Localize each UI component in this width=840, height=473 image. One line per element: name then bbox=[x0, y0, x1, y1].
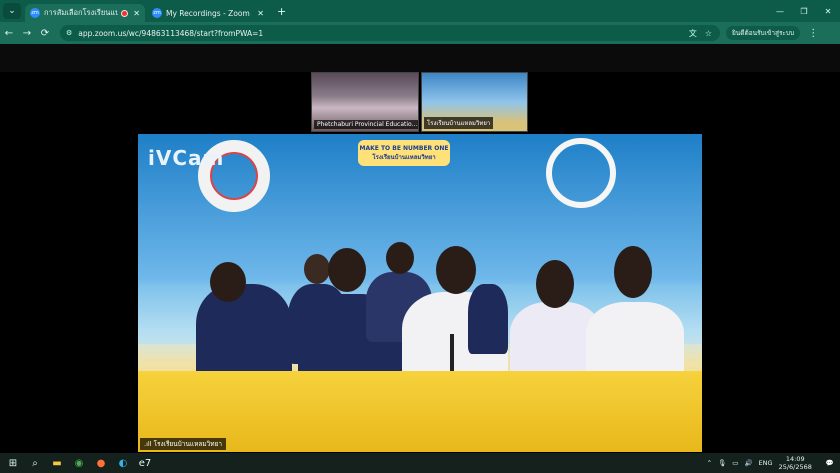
person bbox=[196, 284, 292, 384]
windows-start-icon[interactable]: ⊞ bbox=[2, 453, 24, 473]
zoom-favicon-icon: zm bbox=[30, 8, 40, 18]
active-speaker-video[interactable]: iVCam MAKE TO BE NUMBER ONE โรงเรียนบ้าน… bbox=[138, 134, 702, 452]
zoom-video-stage: Phetchaburi Provincial Educatio... โรงเร… bbox=[0, 72, 840, 453]
microphone-icon[interactable]: 🎙 bbox=[718, 459, 726, 467]
person-head bbox=[386, 242, 414, 274]
participant-name: โรงเรียนบ้านแหลมวิทยา bbox=[424, 117, 494, 129]
tab-my-recordings[interactable]: zm My Recordings - Zoom ✕ bbox=[147, 4, 269, 22]
close-tab-icon[interactable]: ✕ bbox=[133, 9, 140, 18]
school-banner: MAKE TO BE NUMBER ONE โรงเรียนบ้านแหลมวิ… bbox=[358, 140, 450, 166]
chrome-icon[interactable]: ◉ bbox=[68, 453, 90, 473]
clock-time: 14:09 bbox=[785, 455, 805, 463]
ship-wheel-decoration bbox=[546, 138, 616, 208]
forward-button[interactable]: → bbox=[18, 28, 36, 39]
person bbox=[468, 284, 508, 354]
tab-zoom-meeting[interactable]: zm การสัมเลือกโรงเรียนแบบอย่างฯ ✕ bbox=[25, 4, 145, 22]
tab-title: My Recordings - Zoom bbox=[166, 8, 250, 18]
system-tray: ⌃ 🎙 ▭ 🔊 ENG 14:09 25/6/2568 💬 bbox=[707, 453, 840, 473]
browser-tab-strip: ⌄ zm การสัมเลือกโรงเรียนแบบอย่างฯ ✕ zm M… bbox=[0, 0, 840, 22]
person-head bbox=[536, 260, 574, 308]
person-head bbox=[210, 262, 246, 302]
person bbox=[586, 302, 684, 380]
signal-bars-icon: .ıll bbox=[144, 440, 154, 448]
volume-icon[interactable]: 🔊 bbox=[744, 459, 752, 467]
window-controls: — ❐ ✕ bbox=[768, 0, 840, 22]
site-info-icon[interactable]: ⚙ bbox=[66, 29, 72, 37]
browser-menu-icon[interactable]: ⋮ bbox=[808, 28, 818, 39]
banner-school-name: โรงเรียนบ้านแหลมวิทยา bbox=[372, 153, 436, 161]
translate-icon[interactable]: 文 bbox=[689, 28, 697, 39]
reload-button[interactable]: ⟳ bbox=[36, 28, 54, 39]
banner-slogan: MAKE TO BE NUMBER ONE bbox=[359, 144, 449, 152]
zoom-favicon-icon: zm bbox=[152, 8, 162, 18]
clock[interactable]: 14:09 25/6/2568 bbox=[779, 455, 818, 471]
person-head bbox=[614, 246, 652, 298]
edge-icon[interactable]: ◐ bbox=[112, 453, 134, 473]
bookmark-star-icon[interactable]: ☆ bbox=[705, 29, 712, 38]
speaker-name-tag: .ıll โรงเรียนบ้านแหลมวิทยา bbox=[140, 438, 227, 450]
zoom-app-icon[interactable]: e7 bbox=[134, 453, 156, 473]
minimize-button[interactable]: — bbox=[768, 7, 792, 16]
chevron-up-icon[interactable]: ⌃ bbox=[707, 459, 712, 467]
language-indicator[interactable]: ENG bbox=[759, 459, 773, 467]
profile-button[interactable]: ยินดีต้อนรับเข้าสู่ระบบ bbox=[726, 26, 801, 40]
profile-label: ยินดีต้อนรับเข้าสู่ระบบ bbox=[732, 29, 795, 37]
back-button[interactable]: ← bbox=[0, 28, 18, 39]
clock-date: 25/6/2568 bbox=[778, 463, 812, 471]
person-head bbox=[328, 248, 366, 292]
address-bar[interactable]: ⚙ app.zoom.us/wc/94863113468/start?fromP… bbox=[60, 25, 720, 41]
search-icon[interactable]: ⌕ bbox=[24, 453, 46, 473]
new-tab-button[interactable]: + bbox=[277, 5, 286, 18]
network-icon[interactable]: ▭ bbox=[732, 459, 738, 467]
url-text: app.zoom.us/wc/94863113468/start?fromPWA… bbox=[78, 28, 264, 38]
person-head bbox=[304, 254, 330, 284]
firefox-icon[interactable]: ● bbox=[90, 453, 112, 473]
tab-title: การสัมเลือกโรงเรียนแบบอย่างฯ bbox=[44, 8, 119, 17]
participant-name: Phetchaburi Provincial Educatio... bbox=[314, 120, 418, 129]
recording-indicator-icon bbox=[121, 9, 129, 17]
file-explorer-icon[interactable]: ▬ bbox=[46, 453, 68, 473]
zoom-top-bar bbox=[0, 44, 840, 72]
speaker-name: โรงเรียนบ้านแหลมวิทยา bbox=[153, 440, 223, 448]
windows-taskbar: ⊞ ⌕ ▬ ◉ ● ◐ e7 ⌃ 🎙 ▭ 🔊 ENG 14:09 25/6/25… bbox=[0, 453, 840, 473]
maximize-button[interactable]: ❐ bbox=[792, 7, 816, 16]
person-head bbox=[436, 246, 476, 294]
camera-watermark: iVCam bbox=[148, 146, 225, 170]
notification-icon[interactable]: 💬 bbox=[826, 459, 834, 467]
participant-thumbnail[interactable]: Phetchaburi Provincial Educatio... bbox=[311, 72, 419, 132]
close-window-button[interactable]: ✕ bbox=[816, 7, 840, 16]
participant-thumbnail[interactable]: โรงเรียนบ้านแหลมวิทยา bbox=[421, 72, 528, 132]
close-tab-icon[interactable]: ✕ bbox=[257, 9, 264, 18]
tab-search-button[interactable]: ⌄ bbox=[3, 3, 21, 19]
browser-toolbar: ← → ⟳ ⚙ app.zoom.us/wc/94863113468/start… bbox=[0, 22, 840, 44]
